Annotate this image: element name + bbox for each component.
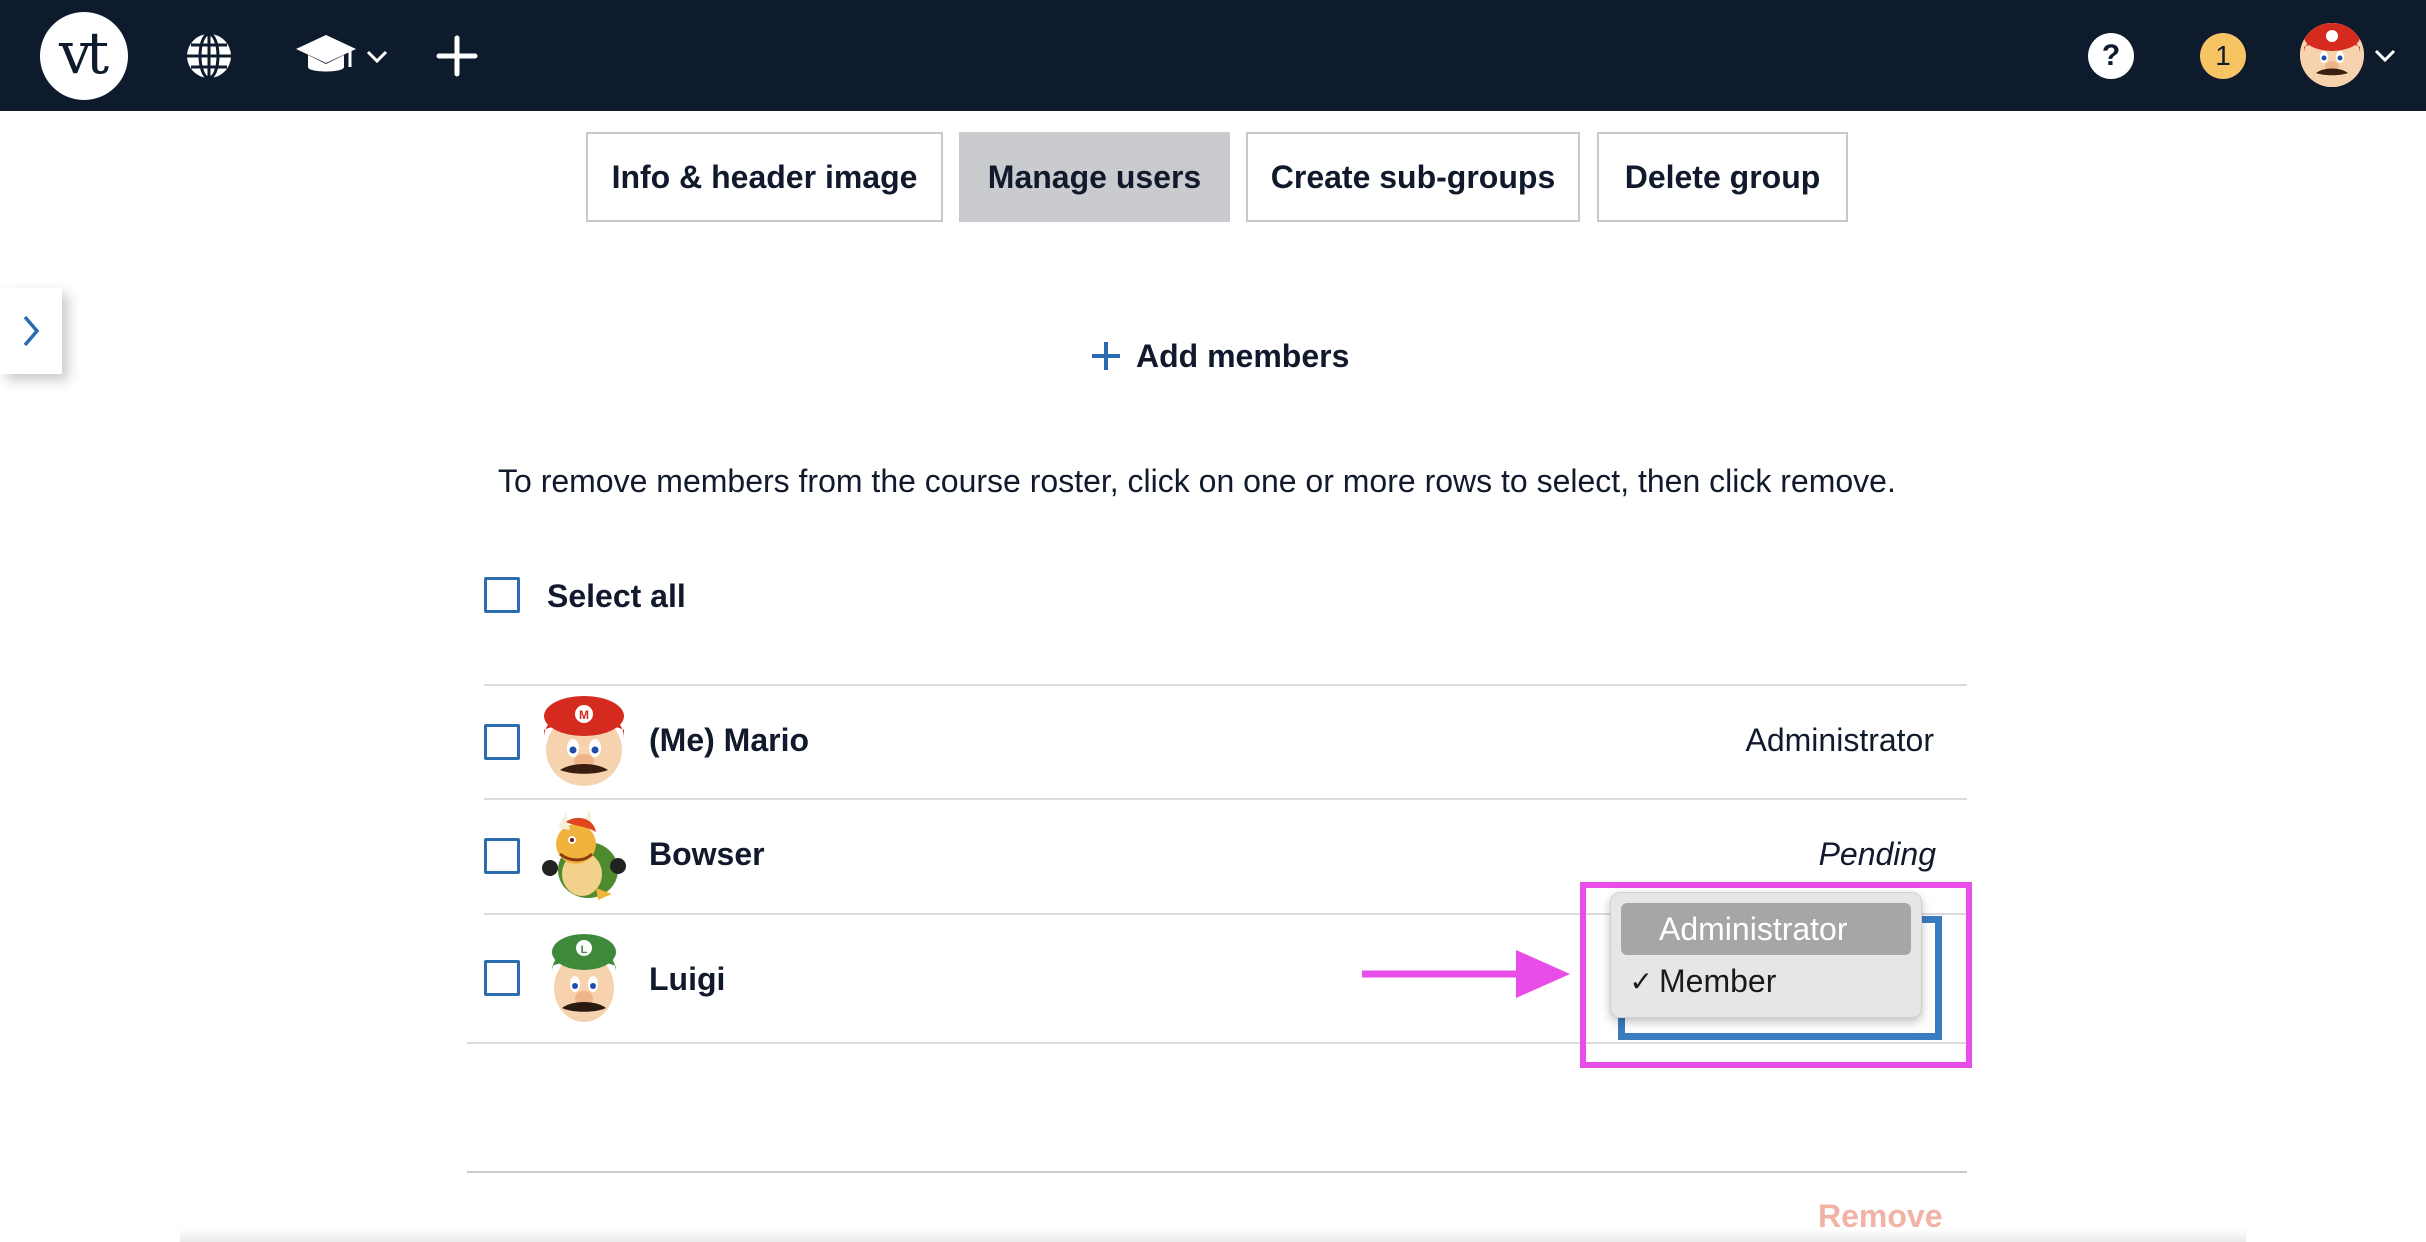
tab-label: Create sub-groups [1270,158,1556,195]
svg-text:M: M [579,708,589,722]
checkmark-icon: ✓ [1629,965,1653,997]
bowser-avatar [542,810,626,900]
option-label: Member [1659,962,1777,999]
logo-text: vt [58,19,109,87]
annotation-arrow-icon [1362,950,1570,998]
row-checkbox[interactable] [484,960,520,996]
tab-create-sub-groups[interactable]: Create sub-groups [1246,132,1580,222]
tab-info-header-image[interactable]: Info & header image [586,132,943,222]
instructions-text: To remove members from the course roster… [498,463,1896,499]
select-all-checkbox[interactable] [484,577,520,613]
notifications-badge[interactable]: 1 [2200,33,2246,79]
role-option-member[interactable]: ✓ Member [1621,955,1911,1007]
tab-label: Manage users [987,158,1202,195]
role-dropdown-menu[interactable]: Administrator ✓ Member [1610,892,1922,1018]
help-label: ? [2101,39,2121,72]
plus-icon[interactable] [436,35,478,77]
row-checkbox[interactable] [484,724,520,760]
add-members-button[interactable]: Add members [1090,328,1349,384]
notification-count: 1 [2215,40,2231,71]
divider [484,684,1967,686]
help-icon[interactable]: ? [2088,33,2134,79]
tab-label: Info & header image [611,158,918,195]
user-avatar[interactable] [2300,23,2364,87]
luigi-avatar: L [552,934,616,1022]
svg-text:L: L [581,944,588,956]
chevron-right-icon [23,315,40,347]
add-members-label: Add members [1136,337,1350,374]
chevron-down-icon[interactable] [2374,49,2396,63]
tab-label: Delete group [1624,158,1821,195]
tab-delete-group[interactable]: Delete group [1597,132,1848,222]
graduation-cap-icon[interactable] [294,33,358,79]
mario-face-icon [2300,23,2364,87]
mario-avatar: M [544,696,624,786]
logo-button[interactable]: vt [40,12,128,100]
divider [467,1171,1967,1173]
row-checkbox[interactable] [484,838,520,874]
role-option-administrator[interactable]: Administrator [1621,903,1911,955]
divider [484,798,1967,800]
plus-icon [1092,342,1120,370]
member-name: Bowser [649,836,765,872]
bottom-shadow [180,1228,2246,1242]
tab-manage-users[interactable]: Manage users [959,132,1230,222]
globe-icon[interactable] [184,31,234,81]
chevron-down-icon[interactable] [366,50,388,64]
option-label: Administrator [1659,910,1848,947]
member-name: (Me) Mario [649,722,809,758]
member-name: Luigi [649,961,726,997]
sidebar-toggle-button[interactable] [0,288,62,374]
select-all-label[interactable]: Select all [547,578,686,615]
member-role: Pending [1818,836,1936,872]
top-navigation-bar: vt ? 1 [0,0,2426,111]
member-role: Administrator [1745,722,1935,758]
